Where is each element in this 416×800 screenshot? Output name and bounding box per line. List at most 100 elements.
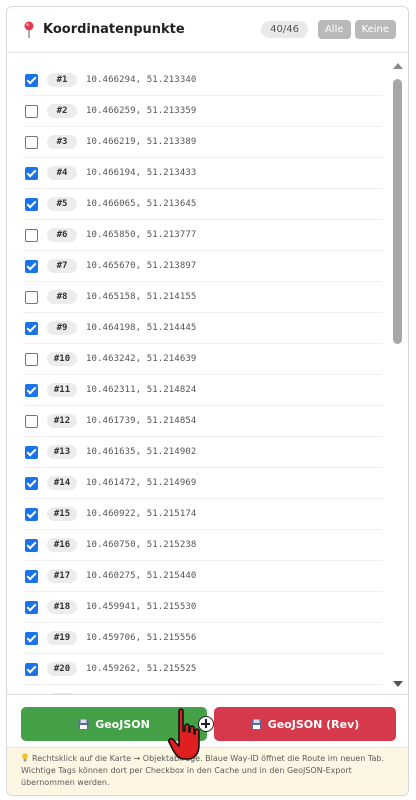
point-row[interactable]: #15 10.460922, 51.215174: [24, 499, 382, 530]
point-coordinates: 10.459941, 51.215530: [86, 602, 197, 612]
point-coordinates: 10.465670, 51.213897: [86, 261, 197, 271]
export-geojson-rev-button[interactable]: GeoJSON (Rev): [214, 707, 396, 741]
point-coordinates: 10.466065, 51.213645: [86, 199, 197, 209]
point-coordinates: 10.459706, 51.215556: [86, 633, 197, 643]
point-checkbox[interactable]: [25, 538, 38, 552]
point-checkbox[interactable]: [25, 662, 38, 676]
point-checkbox[interactable]: [25, 569, 38, 583]
floppy-disk-icon: [78, 719, 89, 729]
point-checkbox[interactable]: [25, 290, 38, 304]
point-row[interactable]: #18 10.459941, 51.215530: [24, 592, 382, 623]
point-number-badge: #2: [47, 104, 77, 118]
point-number-badge: #1: [47, 73, 77, 87]
point-number-badge: #16: [47, 538, 77, 552]
point-checkbox[interactable]: [25, 631, 38, 645]
point-coordinates: 10.466194, 51.213433: [86, 168, 197, 178]
point-coordinates: 10.464198, 51.214445: [86, 323, 197, 333]
point-checkbox[interactable]: [25, 445, 38, 459]
point-checkbox[interactable]: [25, 166, 38, 180]
point-row[interactable]: #3 10.466219, 51.213389: [24, 127, 382, 158]
point-coordinates: 10.466294, 51.213340: [86, 75, 197, 85]
point-checkbox[interactable]: [25, 228, 38, 242]
lightbulb-icon: [22, 753, 28, 762]
point-number-badge: #10: [47, 352, 77, 366]
point-row[interactable]: #16 10.460750, 51.215238: [24, 530, 382, 561]
panel-title: Koordinatenpunkte: [43, 22, 185, 37]
point-coordinates: 10.466219, 51.213389: [86, 137, 197, 147]
point-number-badge: #12: [47, 414, 77, 428]
point-checkbox[interactable]: [25, 104, 38, 118]
point-number-badge: #15: [47, 507, 77, 521]
point-row[interactable]: #2110.459083, 51.215473: [24, 685, 382, 694]
point-coordinates: 10.466259, 51.213359: [86, 106, 197, 116]
point-number-badge: #7: [47, 259, 77, 273]
point-row[interactable]: #7 10.465670, 51.213897: [24, 251, 382, 282]
point-number-badge: #3: [47, 135, 77, 149]
point-checkbox[interactable]: [25, 352, 38, 366]
point-row[interactable]: #17 10.460275, 51.215440: [24, 561, 382, 592]
point-number-badge: #14: [47, 476, 77, 490]
help-hint: Rechtsklick auf die Karte → Objektabfrag…: [7, 747, 408, 795]
point-coordinates: 10.460750, 51.215238: [86, 540, 197, 550]
point-row[interactable]: #10 10.463242, 51.214639: [24, 344, 382, 375]
point-checkbox[interactable]: [25, 73, 38, 87]
point-checkbox[interactable]: [25, 600, 38, 614]
selection-count-badge: 40/46: [261, 21, 308, 38]
scroll-up-arrow-icon[interactable]: [393, 63, 403, 69]
scroll-down-arrow-icon[interactable]: [393, 681, 403, 687]
point-number-badge: #4: [47, 166, 77, 180]
point-number-badge: #13: [47, 445, 77, 459]
point-number-badge: #5: [47, 197, 77, 211]
point-list-viewport[interactable]: #1 10.466294, 51.213340 #2 10.466259, 51.21…: [7, 54, 408, 694]
point-number-badge: #9: [47, 321, 77, 335]
point-checkbox[interactable]: [25, 321, 38, 335]
point-number-badge: #19: [47, 631, 77, 645]
point-number-badge: #11: [47, 383, 77, 397]
select-none-button[interactable]: Keine: [354, 20, 396, 39]
point-row[interactable]: #1 10.466294, 51.213340: [24, 65, 382, 96]
point-coordinates: 10.461635, 51.214902: [86, 447, 197, 457]
point-coordinates: 10.461739, 51.214854: [86, 416, 197, 426]
point-row[interactable]: #9 10.464198, 51.214445: [24, 313, 382, 344]
point-checkbox[interactable]: [25, 383, 38, 397]
point-checkbox[interactable]: [25, 507, 38, 521]
point-number-badge: #8: [47, 290, 77, 304]
scrollbar[interactable]: [392, 54, 404, 694]
point-coordinates: 10.465850, 51.213777: [86, 230, 197, 240]
point-row[interactable]: #20 10.459262, 51.215525: [24, 654, 382, 685]
point-list: #1 10.466294, 51.213340 #2 10.466259, 51.21…: [24, 65, 382, 694]
point-row[interactable]: #14 10.461472, 51.214969: [24, 468, 382, 499]
point-row[interactable]: #6 10.465850, 51.213777: [24, 220, 382, 251]
point-checkbox[interactable]: [25, 197, 38, 211]
point-row[interactable]: #8 10.465158, 51.214155: [24, 282, 382, 313]
point-row[interactable]: #13 10.461635, 51.214902: [24, 437, 382, 468]
point-coordinates: 10.463242, 51.214639: [86, 354, 197, 364]
point-coordinates: 10.460922, 51.215174: [86, 509, 197, 519]
point-coordinates: 10.465158, 51.214155: [86, 292, 197, 302]
select-all-button[interactable]: Alle: [317, 20, 351, 39]
point-coordinates: 10.462311, 51.214824: [86, 385, 197, 395]
coordinates-panel: Koordinatenpunkte 40/46 Alle Keine #1 10.…: [6, 6, 409, 796]
point-number-badge: #18: [47, 600, 77, 614]
point-row[interactable]: #19 10.459706, 51.215556: [24, 623, 382, 654]
point-checkbox[interactable]: [25, 414, 38, 428]
point-row[interactable]: #12 10.461739, 51.214854: [24, 406, 382, 437]
point-checkbox[interactable]: [25, 259, 38, 273]
point-row[interactable]: #5 10.466065, 51.213645: [24, 189, 382, 220]
scrollbar-thumb[interactable]: [393, 79, 402, 344]
point-checkbox[interactable]: [25, 476, 38, 490]
point-number-badge: #6: [47, 228, 77, 242]
export-geojson-rev-label: GeoJSON (Rev): [267, 717, 360, 731]
hand-pointer-cursor-icon: [168, 708, 200, 760]
point-coordinates: 10.459262, 51.215525: [86, 664, 197, 674]
point-checkbox[interactable]: [25, 135, 38, 149]
point-row[interactable]: #4 10.466194, 51.213433: [24, 158, 382, 189]
point-number-badge: #20: [47, 662, 77, 676]
point-coordinates: 10.461472, 51.214969: [86, 478, 197, 488]
point-row[interactable]: #11 10.462311, 51.214824: [24, 375, 382, 406]
point-coordinates: 10.460275, 51.215440: [86, 571, 197, 581]
point-row[interactable]: #2 10.466259, 51.213359: [24, 96, 382, 127]
export-geojson-label: GeoJSON: [95, 717, 150, 731]
floppy-disk-icon: [251, 719, 262, 729]
pin-icon: [24, 21, 34, 38]
